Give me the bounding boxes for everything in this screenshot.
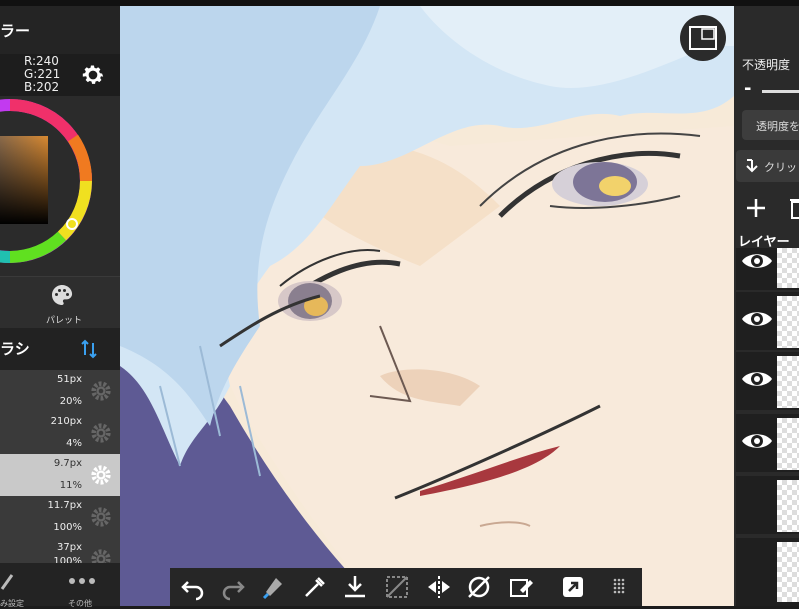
color-wheel-area: [0, 96, 120, 276]
bottom-toolbar: [170, 568, 642, 606]
color-wheel[interactable]: [0, 96, 120, 276]
brush-opacity: 100%: [53, 522, 82, 533]
left-bottom-bar: み設定 その他: [0, 563, 120, 608]
opacity-slider[interactable]: [762, 90, 799, 93]
brush-opacity: 11%: [59, 480, 82, 491]
brush-row-selected[interactable]: 9.7px 11%: [0, 454, 120, 497]
redo-icon[interactable]: [218, 572, 248, 602]
layer-row[interactable]: [736, 292, 799, 350]
brush-row[interactable]: 11.7px 100%: [0, 496, 120, 539]
color-panel-title: ラー: [0, 22, 31, 40]
layer-thumbnail: [777, 542, 799, 602]
deselect-icon[interactable]: [382, 572, 412, 602]
more-label: その他: [68, 599, 92, 608]
layer-row[interactable]: [736, 414, 799, 472]
layer-thumbnail: [777, 356, 799, 408]
drawing-canvas[interactable]: [120, 6, 734, 606]
layer-thumbnail: [777, 480, 799, 532]
brush-opacity: 20%: [59, 396, 82, 407]
layer-row[interactable]: [736, 248, 799, 290]
brush-size: 11.7px: [47, 500, 82, 511]
brush-size: 37px: [57, 542, 82, 553]
brush-settings-gear-icon[interactable]: [90, 548, 112, 564]
clear-icon[interactable]: [506, 572, 536, 602]
color-panel-header: ラー: [0, 6, 120, 54]
more-icon[interactable]: [68, 577, 96, 585]
eyedropper-icon[interactable]: [298, 572, 328, 602]
canvas-artwork: [120, 6, 734, 606]
brush-settings-gear-icon[interactable]: [90, 380, 112, 402]
layer-thumbnail: [777, 296, 799, 348]
brush-row[interactable]: 37px 100%: [0, 538, 120, 564]
brush-settings-label: み設定: [0, 599, 24, 608]
layer-row[interactable]: [736, 538, 799, 606]
clipping-arrow-icon: [746, 159, 758, 173]
color-settings-gear-icon[interactable]: [80, 62, 106, 88]
clipping-label: クリッ: [764, 161, 797, 174]
sort-icon[interactable]: [80, 338, 98, 360]
brush-size: 9.7px: [53, 458, 82, 469]
lock-alpha-label: 透明度を: [756, 120, 799, 133]
rgb-b-value: B:202: [24, 80, 60, 94]
undo-icon[interactable]: [178, 572, 208, 602]
rgb-r-value: R:240: [24, 54, 59, 68]
flip-icon[interactable]: [424, 572, 454, 602]
brush-settings-gear-icon[interactable]: [90, 422, 112, 444]
rotate-icon[interactable]: [464, 572, 494, 602]
layer-thumbnail: [777, 248, 799, 288]
layer-thumbnail: [777, 418, 799, 470]
brush-size: 51px: [57, 374, 82, 385]
navigator-toggle[interactable]: [680, 15, 726, 61]
brush-row[interactable]: 210px 4%: [0, 412, 120, 455]
brush-opacity: 4%: [66, 438, 82, 449]
plus-icon[interactable]: [744, 196, 768, 220]
fill-icon[interactable]: [258, 572, 288, 602]
trash-icon[interactable]: [790, 196, 799, 220]
brush-settings-gear-icon[interactable]: [90, 464, 112, 486]
minimap-icon: [689, 26, 717, 50]
share-icon[interactable]: [558, 572, 588, 602]
clipping-button[interactable]: クリッ: [736, 150, 799, 182]
eye-icon[interactable]: [740, 430, 774, 452]
rgb-g-value: G:221: [24, 67, 61, 81]
download-icon[interactable]: [340, 572, 370, 602]
rgb-readout: R:240 G:221 B:202: [0, 54, 120, 96]
brush-size: 210px: [50, 416, 82, 427]
brush-row[interactable]: 51px 20%: [0, 370, 120, 413]
palette-label: パレット: [46, 316, 83, 326]
opacity-label: 不透明度: [742, 58, 791, 72]
lock-alpha-button[interactable]: 透明度を: [742, 110, 799, 140]
layer-row[interactable]: [736, 352, 799, 410]
palette-icon: [52, 285, 73, 305]
eye-icon[interactable]: [740, 308, 774, 330]
brush-panel-header: ラシ: [0, 328, 120, 370]
eye-icon[interactable]: [740, 250, 774, 272]
palette-button[interactable]: パレット: [0, 276, 120, 329]
opacity-decrease-button[interactable]: -: [744, 78, 751, 99]
layer-row[interactable]: [736, 476, 799, 534]
brush-settings-icon[interactable]: [0, 569, 16, 591]
grid-icon[interactable]: [604, 572, 634, 602]
eye-icon[interactable]: [740, 368, 774, 390]
brush-panel-title: ラシ: [0, 340, 30, 358]
brush-settings-gear-icon[interactable]: [90, 506, 112, 528]
